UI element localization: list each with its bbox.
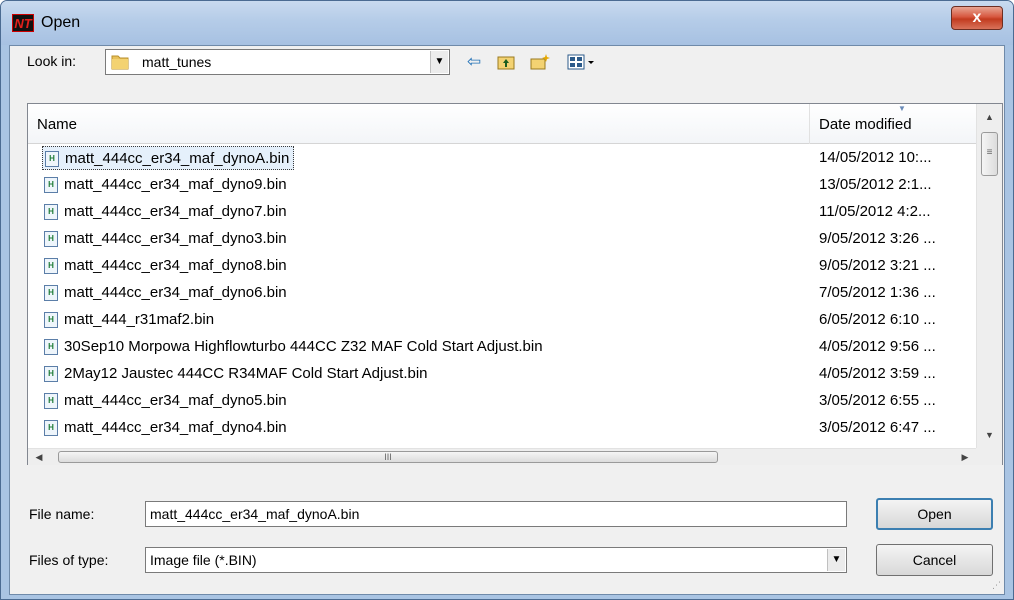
back-arrow-icon[interactable]: ⇦ <box>461 51 487 73</box>
bin-file-icon: H <box>44 177 58 193</box>
bin-file-icon: H <box>44 339 58 355</box>
look-in-value: matt_tunes <box>142 54 212 70</box>
file-rows: Hmatt_444cc_er34_maf_dynoA.bin 14/05/2012… <box>28 144 976 448</box>
table-row[interactable]: Hmatt_444cc_er34_maf_dyno9.bin 13/05/2012… <box>28 171 976 198</box>
vertical-scroll-thumb[interactable]: ≡ <box>981 132 998 176</box>
file-name: 30Sep10 Morpowa Highflowturbo 444CC Z32 … <box>64 338 543 355</box>
file-date-modified: 9/05/2012 3:21 ... <box>819 257 936 274</box>
close-button[interactable]: x <box>951 6 1003 30</box>
table-row[interactable]: H 2May12 Jaustec 444CC R34MAF Cold Start … <box>28 360 976 387</box>
file-list[interactable]: Name ▼ Date modified Hmatt_444cc_er34_ma… <box>27 103 1003 465</box>
file-name-cell[interactable]: Hmatt_444cc_er34_maf_dyno6.bin <box>42 281 293 305</box>
file-date-modified: 11/05/2012 4:2... <box>819 203 931 220</box>
file-name-cell[interactable]: Hmatt_444cc_er34_maf_dynoA.bin <box>42 146 294 170</box>
title-bar[interactable]: NT Open x <box>1 1 1013 45</box>
file-name: matt_444cc_er34_maf_dyno6.bin <box>64 284 287 301</box>
file-name: matt_444_r31maf2.bin <box>64 311 215 328</box>
list-header: Name ▼ Date modified <box>28 104 976 144</box>
bin-file-icon: H <box>45 151 59 167</box>
file-name-cell[interactable]: Hmatt_444cc_er34_maf_dyno3.bin <box>42 227 293 251</box>
file-name: matt_444cc_er34_maf_dyno4.bin <box>64 419 287 436</box>
file-name-cell[interactable]: Hmatt_444_r31maf2.bin <box>42 308 220 332</box>
scroll-left-icon[interactable]: ◀ <box>30 449 48 465</box>
chevron-down-icon[interactable]: ▼ <box>430 51 448 73</box>
file-type-select[interactable]: Image file (*.BIN) ▼ <box>145 547 847 573</box>
column-header-name[interactable]: Name <box>37 116 77 133</box>
scrollbar-corner <box>976 448 1002 465</box>
app-icon: NT <box>12 14 34 32</box>
file-name-cell[interactable]: H 2May12 Jaustec 444CC R34MAF Cold Start … <box>42 362 434 386</box>
file-name-label: File name: <box>29 506 95 522</box>
bin-file-icon: H <box>44 285 58 301</box>
bin-file-icon: H <box>44 312 58 328</box>
folder-icon <box>111 55 129 70</box>
horizontal-scrollbar[interactable]: ◀ III ▶ <box>28 448 976 465</box>
file-type-value: Image file (*.BIN) <box>150 552 257 568</box>
file-name: 2May12 Jaustec 444CC R34MAF Cold Start A… <box>64 365 428 382</box>
open-dialog-window: NT Open x Look in: matt_tunes ▼ ⇦ Name ▼… <box>0 0 1014 600</box>
file-name: matt_444cc_er34_maf_dyno3.bin <box>64 230 287 247</box>
table-row[interactable]: Hmatt_444cc_er34_maf_dyno6.bin 7/05/2012 … <box>28 279 976 306</box>
horizontal-scroll-thumb[interactable]: III <box>58 451 718 463</box>
file-name: matt_444cc_er34_maf_dyno9.bin <box>64 176 287 193</box>
resize-grip-icon[interactable]: ⋰ <box>992 580 1001 591</box>
table-row[interactable]: H 30Sep10 Morpowa Highflowturbo 444CC Z32… <box>28 333 976 360</box>
view-menu-icon[interactable] <box>565 51 599 73</box>
new-folder-glyph <box>530 54 550 70</box>
file-name-cell[interactable]: Hmatt_444cc_er34_maf_dyno7.bin <box>42 200 293 224</box>
up-folder-glyph <box>497 56 515 70</box>
column-divider[interactable] <box>809 104 810 144</box>
table-row[interactable]: Hmatt_444_r31maf2.bin 6/05/2012 6:10 ... <box>28 306 976 333</box>
file-name-cell[interactable]: Hmatt_444cc_er34_maf_dyno8.bin <box>42 254 293 278</box>
file-date-modified: 3/05/2012 6:55 ... <box>819 392 936 409</box>
bin-file-icon: H <box>44 258 58 274</box>
file-name-cell[interactable]: Hmatt_444cc_er34_maf_dyno5.bin <box>42 389 293 413</box>
new-folder-icon[interactable] <box>527 51 553 73</box>
file-name: matt_444cc_er34_maf_dyno5.bin <box>64 392 287 409</box>
up-folder-icon[interactable] <box>493 51 519 73</box>
chevron-down-icon[interactable]: ▼ <box>827 549 845 571</box>
file-date-modified: 7/05/2012 1:36 ... <box>819 284 936 301</box>
scroll-right-icon[interactable]: ▶ <box>956 449 974 465</box>
cancel-button[interactable]: Cancel <box>876 544 993 576</box>
file-name: matt_444cc_er34_maf_dyno7.bin <box>64 203 287 220</box>
table-row[interactable]: Hmatt_444cc_er34_maf_dyno8.bin 9/05/2012 … <box>28 252 976 279</box>
bin-file-icon: H <box>44 393 58 409</box>
file-date-modified: 6/05/2012 6:10 ... <box>819 311 936 328</box>
file-type-label: Files of type: <box>29 552 109 568</box>
file-name-cell[interactable]: Hmatt_444cc_er34_maf_dyno9.bin <box>42 173 293 197</box>
vertical-scrollbar[interactable]: ▲ ≡ ▼ <box>976 104 1002 448</box>
file-date-modified: 9/05/2012 3:26 ... <box>819 230 936 247</box>
file-date-modified: 13/05/2012 2:1... <box>819 176 932 193</box>
file-name-input[interactable]: matt_444cc_er34_maf_dynoA.bin <box>145 501 847 527</box>
file-date-modified: 4/05/2012 3:59 ... <box>819 365 936 382</box>
open-button[interactable]: Open <box>876 498 993 530</box>
bin-file-icon: H <box>44 231 58 247</box>
bin-file-icon: H <box>44 366 58 382</box>
file-name-value: matt_444cc_er34_maf_dynoA.bin <box>150 506 360 522</box>
file-name: matt_444cc_er34_maf_dyno8.bin <box>64 257 287 274</box>
bin-file-icon: H <box>44 204 58 220</box>
table-row[interactable]: Hmatt_444cc_er34_maf_dyno7.bin 11/05/2012… <box>28 198 976 225</box>
scroll-up-icon[interactable]: ▲ <box>977 106 1002 128</box>
file-name-cell[interactable]: Hmatt_444cc_er34_maf_dyno4.bin <box>42 416 293 440</box>
file-date-modified: 14/05/2012 10:... <box>819 149 932 166</box>
look-in-combobox[interactable]: matt_tunes ▼ <box>105 49 450 75</box>
table-row[interactable]: Hmatt_444cc_er34_maf_dyno3.bin 9/05/2012 … <box>28 225 976 252</box>
table-row[interactable]: Hmatt_444cc_er34_maf_dyno5.bin 3/05/2012 … <box>28 387 976 414</box>
bin-file-icon: H <box>44 420 58 436</box>
window-title: Open <box>41 14 81 31</box>
sort-descending-icon: ▼ <box>898 104 906 113</box>
file-date-modified: 4/05/2012 9:56 ... <box>819 338 936 355</box>
table-row[interactable]: Hmatt_444cc_er34_maf_dynoA.bin 14/05/2012… <box>28 144 976 171</box>
scroll-down-icon[interactable]: ▼ <box>977 424 1002 446</box>
table-row[interactable]: Hmatt_444cc_er34_maf_dyno4.bin 3/05/2012 … <box>28 414 976 441</box>
file-name: matt_444cc_er34_maf_dynoA.bin <box>65 150 290 167</box>
file-date-modified: 3/05/2012 6:47 ... <box>819 419 936 436</box>
look-in-label: Look in: <box>27 53 77 69</box>
view-menu-glyph <box>567 54 594 70</box>
file-name-cell[interactable]: H 30Sep10 Morpowa Highflowturbo 444CC Z32… <box>42 335 549 359</box>
column-header-date-modified[interactable]: Date modified <box>819 116 912 133</box>
